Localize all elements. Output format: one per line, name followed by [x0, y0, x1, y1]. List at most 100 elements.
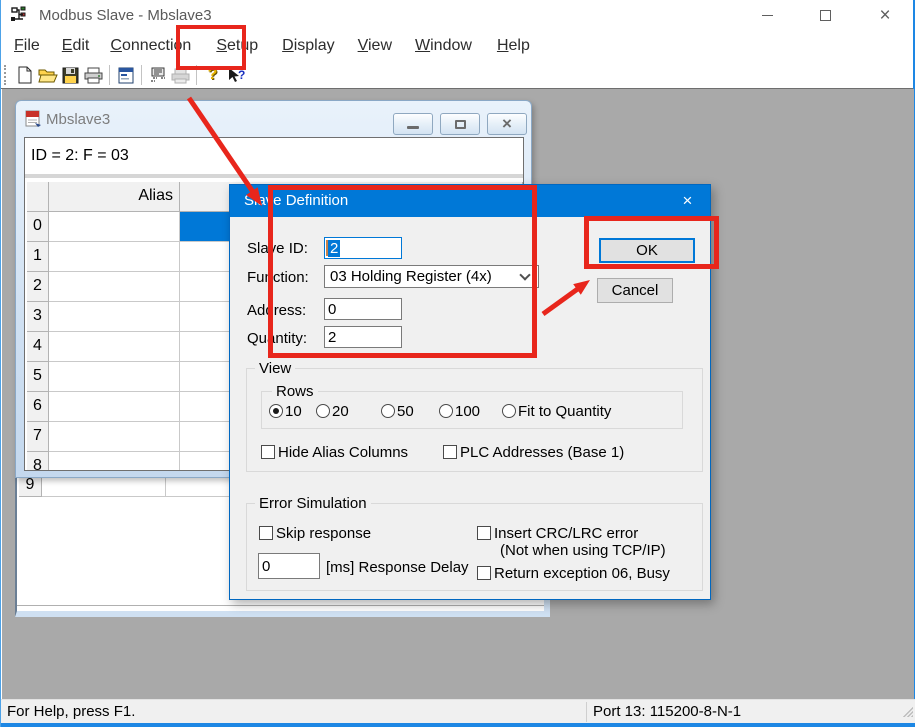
toolbar-separator	[109, 65, 110, 85]
window-border	[1, 723, 915, 727]
radio-label: 10	[285, 403, 302, 420]
communication-icon[interactable]	[169, 64, 192, 86]
table-cell[interactable]	[49, 272, 180, 302]
radio-label: Fit to Quantity	[518, 403, 611, 420]
table-cell[interactable]	[49, 332, 180, 362]
ok-button[interactable]: OK	[599, 238, 695, 263]
rows-group-label: Rows	[272, 383, 318, 400]
modbus-app-icon	[10, 6, 28, 24]
table-cell[interactable]	[42, 478, 166, 497]
plc-addresses-checkbox[interactable]	[443, 445, 457, 459]
radio-rows-10[interactable]	[269, 404, 283, 418]
cancel-button[interactable]: Cancel	[597, 278, 673, 303]
plc-addresses-label: PLC Addresses (Base 1)	[460, 444, 624, 461]
function-value: 03 Holding Register (4x)	[325, 268, 521, 285]
table-cell[interactable]	[49, 212, 180, 242]
context-help-icon[interactable]: ?	[224, 64, 247, 86]
toolbar-separator	[141, 65, 142, 85]
toolbar-grip[interactable]	[4, 65, 7, 85]
row-header: 5	[27, 362, 49, 392]
skip-response-label: Skip response	[276, 525, 371, 542]
menu-setup[interactable]: Setup	[216, 37, 258, 55]
poll-definition-icon[interactable]	[146, 64, 169, 86]
main-window: Modbus Slave - Mbslave3 × File Edit Conn…	[0, 0, 915, 727]
table-corner-header	[27, 182, 49, 212]
menu-edit[interactable]: Edit	[62, 37, 90, 55]
rows-groupbox: Rows 10 20 50 100 Fit to Quantity	[261, 391, 683, 429]
radio-rows-20[interactable]	[316, 404, 330, 418]
table-cell[interactable]	[49, 362, 180, 392]
hide-alias-checkbox[interactable]	[261, 445, 275, 459]
document-icon	[25, 110, 42, 128]
table-cell[interactable]	[49, 452, 180, 471]
maximize-button[interactable]	[802, 0, 848, 30]
minimize-icon	[407, 126, 419, 129]
skip-response-checkbox[interactable]	[259, 526, 273, 540]
slave-id-input[interactable]: 2	[324, 237, 402, 259]
quantity-input[interactable]	[324, 326, 402, 348]
close-button[interactable]: ×	[862, 0, 908, 30]
minimize-button[interactable]	[744, 0, 790, 30]
child-window-title: Mbslave3	[46, 111, 110, 128]
row-header: 0	[27, 212, 49, 242]
table-cell[interactable]	[49, 422, 180, 452]
menu-display[interactable]: Display	[282, 37, 334, 55]
close-icon: ×	[683, 191, 693, 211]
status-port-info: Port 13: 115200-8-N-1	[593, 703, 741, 720]
maximize-icon	[820, 10, 831, 21]
crc-error-checkbox[interactable]	[477, 526, 491, 540]
traffic-line: ID = 2: F = 03	[25, 138, 523, 178]
view-groupbox: View Rows 10 20 50 100 Fit to Quantity H…	[246, 368, 703, 472]
menu-file[interactable]: File	[14, 37, 40, 55]
error-simulation-label: Error Simulation	[255, 495, 371, 512]
table-cell[interactable]	[49, 242, 180, 272]
menu-view[interactable]: View	[358, 37, 392, 55]
row-header: 4	[27, 332, 49, 362]
print-icon[interactable]	[82, 64, 105, 86]
function-label: Function:	[247, 269, 309, 286]
quantity-label: Quantity:	[247, 330, 307, 347]
child-minimize-button[interactable]	[393, 113, 433, 135]
restore-icon	[455, 120, 466, 129]
child-close-button[interactable]: ×	[487, 113, 527, 135]
address-input[interactable]	[324, 298, 402, 320]
resize-grip[interactable]	[901, 705, 913, 717]
radio-label: 20	[332, 403, 349, 420]
menu-connection[interactable]: Connection	[110, 37, 191, 55]
row-header-9: 9	[19, 478, 42, 497]
hide-alias-label: Hide Alias Columns	[278, 444, 408, 461]
help-icon[interactable]: ?	[201, 64, 224, 86]
slave-id-label: Slave ID:	[247, 240, 308, 257]
table-cell[interactable]	[49, 392, 180, 422]
menubar: File Edit Connection Setup Display View …	[1, 30, 913, 62]
svg-text:?: ?	[238, 68, 245, 82]
new-file-icon[interactable]	[13, 64, 36, 86]
mdi-client-area: 9 Mbslave3 × ID = 2: F = 03	[2, 89, 914, 699]
table-cell[interactable]	[49, 302, 180, 332]
save-icon[interactable]	[59, 64, 82, 86]
radio-rows-100[interactable]	[439, 404, 453, 418]
close-icon: ×	[879, 6, 890, 25]
crc-error-label: Insert CRC/LRC error	[494, 525, 638, 542]
status-separator	[586, 702, 587, 722]
status-bar: For Help, press F1. Port 13: 115200-8-N-…	[1, 699, 915, 723]
minimize-icon	[762, 15, 773, 16]
row-header: 2	[27, 272, 49, 302]
open-file-icon[interactable]	[36, 64, 59, 86]
chevron-down-icon	[519, 269, 530, 280]
response-delay-input[interactable]	[258, 553, 320, 579]
display-definition-icon[interactable]	[114, 64, 137, 86]
function-dropdown[interactable]: 03 Holding Register (4x)	[324, 265, 539, 288]
busy-exception-label: Return exception 06, Busy	[494, 565, 670, 582]
main-titlebar: Modbus Slave - Mbslave3 ×	[1, 0, 913, 30]
radio-rows-50[interactable]	[381, 404, 395, 418]
radio-fit-to-quantity[interactable]	[502, 404, 516, 418]
menu-window[interactable]: Window	[415, 37, 472, 55]
slave-definition-dialog: Slave Definition × Slave ID: 2 Function:…	[229, 184, 711, 600]
busy-exception-checkbox[interactable]	[477, 566, 491, 580]
child-restore-button[interactable]	[440, 113, 480, 135]
menu-help[interactable]: Help	[497, 37, 530, 55]
view-group-label: View	[255, 360, 295, 377]
dialog-close-button[interactable]: ×	[665, 185, 710, 217]
radio-label: 50	[397, 403, 414, 420]
